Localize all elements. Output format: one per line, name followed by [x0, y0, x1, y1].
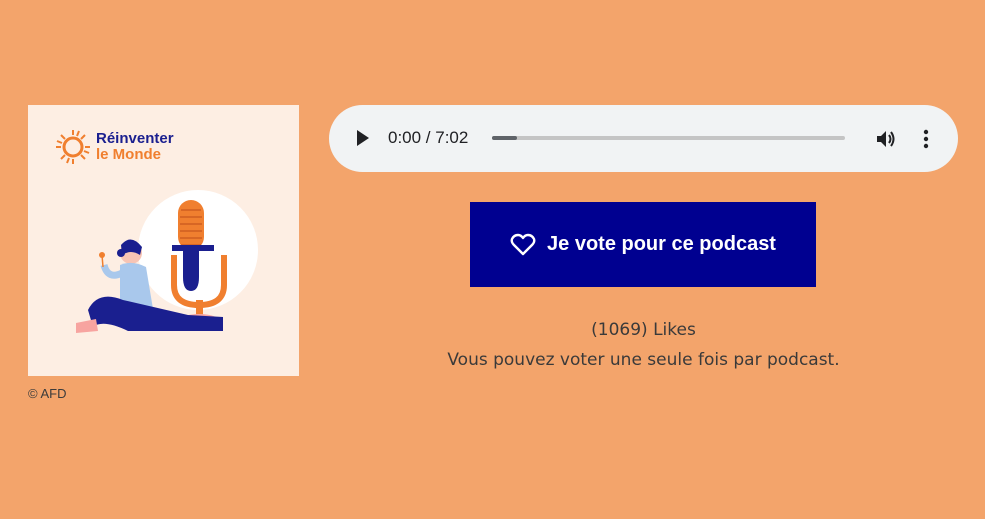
time-display: 0:00 / 7:02 — [388, 128, 469, 147]
heart-icon — [510, 233, 536, 255]
play-icon[interactable] — [351, 127, 373, 149]
vote-button-label: Je vote pour ce podcast — [547, 233, 776, 255]
seek-bar-progress — [492, 136, 517, 140]
image-credit: © AFD — [28, 386, 67, 401]
brand-title: Réinventer le Monde — [96, 131, 174, 163]
vote-button[interactable]: Je vote pour ce podcast — [470, 202, 816, 287]
podcast-cover-image: Réinventer le Monde — [28, 105, 299, 376]
vote-notice: Vous pouvez voter une seule fois par pod… — [447, 350, 840, 370]
volume-icon[interactable] — [874, 127, 898, 151]
likes-count: (1069) Likes — [591, 320, 696, 340]
sun-logo-icon — [56, 130, 90, 164]
brand-line-1: Réinventer — [96, 130, 174, 147]
seek-bar[interactable] — [492, 136, 845, 140]
audio-player: 0:00 / 7:02 — [329, 105, 958, 172]
brand-line-2: le Monde — [96, 146, 162, 163]
more-vert-icon[interactable] — [916, 127, 936, 151]
